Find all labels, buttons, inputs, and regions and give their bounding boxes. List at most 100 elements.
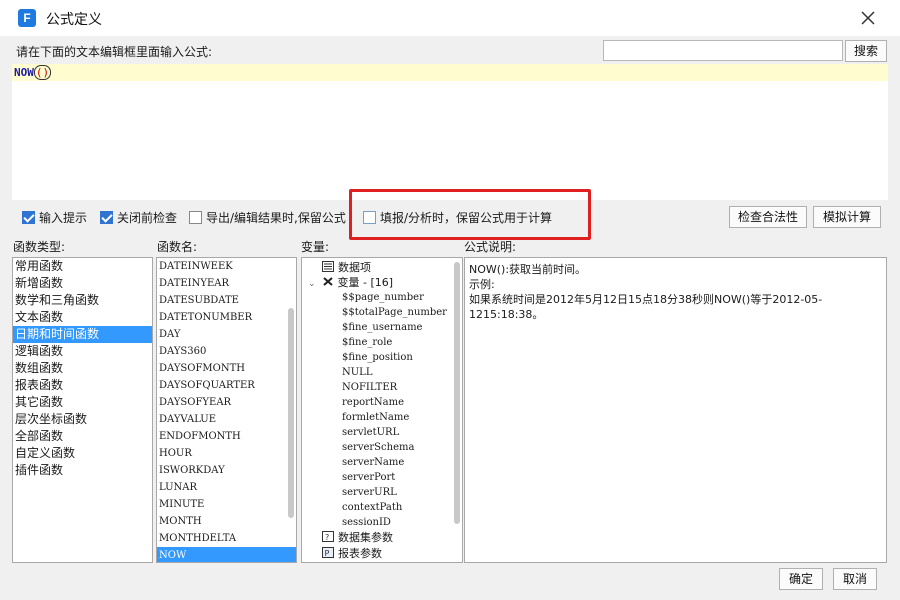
function-item[interactable]: MINUTE xyxy=(157,496,296,513)
variable-item[interactable]: sessionID xyxy=(342,515,391,530)
keep-formula-on-export-label: 导出/编辑结果时,保留公式 xyxy=(206,210,346,225)
category-item[interactable]: 插件函数 xyxy=(13,462,152,479)
variable-item[interactable]: reportName xyxy=(342,395,404,410)
checkbox-unchecked-icon xyxy=(189,210,202,224)
search-input[interactable] xyxy=(603,40,843,61)
title-bar: F 公式定义 xyxy=(0,0,900,36)
function-item[interactable]: MONTH xyxy=(157,513,296,530)
category-item[interactable]: 层次坐标函数 xyxy=(13,411,152,428)
variable-item[interactable]: $fine_role xyxy=(342,335,392,350)
variable-tree[interactable]: 数据项 ⌄ 变量 - [16] $$page_number $$totalPage… xyxy=(301,257,463,563)
tree-item-report-params[interactable]: P 报表参数 xyxy=(322,546,382,561)
tree-item-variable-group[interactable]: ⌄ 变量 - [16] xyxy=(308,275,393,290)
variable-item[interactable]: $$totalPage_number xyxy=(342,305,447,320)
tree-item-label: 变量 - [16] xyxy=(337,276,394,289)
function-item[interactable]: DAYSOFYEAR xyxy=(157,394,296,411)
tree-item-label: 报表参数 xyxy=(338,547,382,560)
function-item[interactable]: MONTHDELTA xyxy=(157,530,296,547)
function-item[interactable]: DATEINYEAR xyxy=(157,275,296,292)
window-title: 公式定义 xyxy=(46,12,102,28)
input-hint-checkbox[interactable]: 输入提示 xyxy=(22,209,87,225)
function-item[interactable]: ENDOFMONTH xyxy=(157,428,296,445)
category-item[interactable]: 常用函数 xyxy=(13,258,152,275)
checkbox-unchecked-icon xyxy=(363,210,376,224)
function-name-list[interactable]: DATEINWEEK DATEINYEAR DATESUBDATE DATETONUM… xyxy=(156,257,297,563)
formula-function-text: NOW xyxy=(14,66,34,79)
dataset-params-icon: ? xyxy=(322,531,334,542)
category-item[interactable]: 逻辑函数 xyxy=(13,343,152,360)
function-item[interactable]: DAYSOFQUARTER xyxy=(157,377,296,394)
variable-item[interactable]: $fine_username xyxy=(342,320,422,335)
keep-formula-on-export-checkbox[interactable]: 导出/编辑结果时,保留公式 xyxy=(189,209,346,225)
variable-item[interactable]: contextPath xyxy=(342,500,402,515)
check-before-close-checkbox[interactable]: 关闭前检查 xyxy=(100,209,177,225)
report-params-icon: P xyxy=(322,547,334,558)
keep-formula-on-fill-checkbox[interactable]: 填报/分析时，保留公式用于计算 xyxy=(363,209,552,225)
category-item[interactable]: 报表函数 xyxy=(13,377,152,394)
close-icon xyxy=(861,11,875,25)
ok-button[interactable]: 确定 xyxy=(779,568,823,590)
category-item[interactable]: 全部函数 xyxy=(13,428,152,445)
table-icon xyxy=(322,261,334,272)
formula-description-panel: NOW():获取当前时间。 示例: 如果系统时间是2012年5月12日15点18… xyxy=(464,257,887,563)
variable-icon xyxy=(322,277,333,286)
checkbox-checked-icon xyxy=(22,210,35,224)
function-item[interactable]: NOW xyxy=(157,547,296,562)
category-item[interactable]: 数学和三角函数 xyxy=(13,292,152,309)
function-item[interactable]: DAY xyxy=(157,326,296,343)
formula-paren-text: () xyxy=(33,65,52,80)
function-item[interactable]: ISWORKDAY xyxy=(157,462,296,479)
variable-item[interactable]: servletURL xyxy=(342,425,399,440)
category-item[interactable]: 日期和时间函数 xyxy=(13,326,152,343)
svg-text:P: P xyxy=(325,549,330,558)
keep-formula-on-fill-label: 填报/分析时，保留公式用于计算 xyxy=(380,210,553,225)
check-before-close-label: 关闭前检查 xyxy=(117,210,178,225)
search-button[interactable]: 搜索 xyxy=(845,40,887,62)
formula-editor-current-line[interactable]: NOW() xyxy=(12,64,888,81)
function-item[interactable]: DATEINWEEK xyxy=(157,258,296,275)
variable-item[interactable]: $$page_number xyxy=(342,290,424,305)
category-item[interactable]: 自定义函数 xyxy=(13,445,152,462)
cancel-button[interactable]: 取消 xyxy=(833,568,877,590)
function-item[interactable]: LUNAR xyxy=(157,479,296,496)
function-item[interactable]: DAYS360 xyxy=(157,343,296,360)
category-item[interactable]: 数组函数 xyxy=(13,360,152,377)
checkbox-checked-icon xyxy=(100,210,113,224)
variable-item[interactable]: serverSchema xyxy=(342,440,414,455)
variable-item[interactable]: $fine_position xyxy=(342,350,413,365)
variable-column-label: 变量: xyxy=(301,240,330,254)
svg-text:?: ? xyxy=(325,533,329,542)
function-item[interactable]: DAYVALUE xyxy=(157,411,296,428)
tree-item-data-item[interactable]: 数据项 xyxy=(322,260,371,275)
variable-item[interactable]: serverURL xyxy=(342,485,397,500)
input-hint-label: 输入提示 xyxy=(39,210,88,225)
category-item[interactable]: 新增函数 xyxy=(13,275,152,292)
tree-item-dataset-params[interactable]: ? 数据集参数 xyxy=(322,530,393,545)
function-item[interactable]: DATETONUMBER xyxy=(157,309,296,326)
variable-tree-scrollbar[interactable] xyxy=(454,262,460,524)
simulate-button[interactable]: 模拟计算 xyxy=(813,206,881,228)
variable-item[interactable]: serverName xyxy=(342,455,404,470)
function-item[interactable]: DAYSOFMONTH xyxy=(157,360,296,377)
variable-item[interactable]: NULL xyxy=(342,365,372,380)
formula-editor[interactable]: NOW() xyxy=(12,64,888,200)
category-item[interactable]: 其它函数 xyxy=(13,394,152,411)
variable-item[interactable]: serverPort xyxy=(342,470,395,485)
formula-prompt-label: 请在下面的文本编辑框里面输入公式: xyxy=(16,45,213,59)
function-list-scrollbar[interactable] xyxy=(288,308,294,518)
function-item[interactable]: DATESUBDATE xyxy=(157,292,296,309)
function-column-label: 函数名: xyxy=(157,240,198,254)
close-button[interactable] xyxy=(858,8,878,28)
tree-item-label: 数据集参数 xyxy=(338,531,393,544)
function-category-list[interactable]: 常用函数 新增函数 数学和三角函数 文本函数 日期和时间函数 逻辑函数 数组函数 报表函数 其它… xyxy=(12,257,153,563)
check-validity-button[interactable]: 检查合法性 xyxy=(729,206,807,228)
tree-item-label: 数据项 xyxy=(338,261,371,274)
description-column-label: 公式说明: xyxy=(464,240,517,254)
dialog-footer xyxy=(0,565,900,600)
category-item[interactable]: 文本函数 xyxy=(13,309,152,326)
app-logo-icon: F xyxy=(18,9,36,27)
description-line: 如果系统时间是2012年5月12日15点18分38秒则NOW()等于2012-0… xyxy=(469,293,823,321)
function-item[interactable]: HOUR xyxy=(157,445,296,462)
variable-item[interactable]: formletName xyxy=(342,410,409,425)
variable-item[interactable]: NOFILTER xyxy=(342,380,397,395)
